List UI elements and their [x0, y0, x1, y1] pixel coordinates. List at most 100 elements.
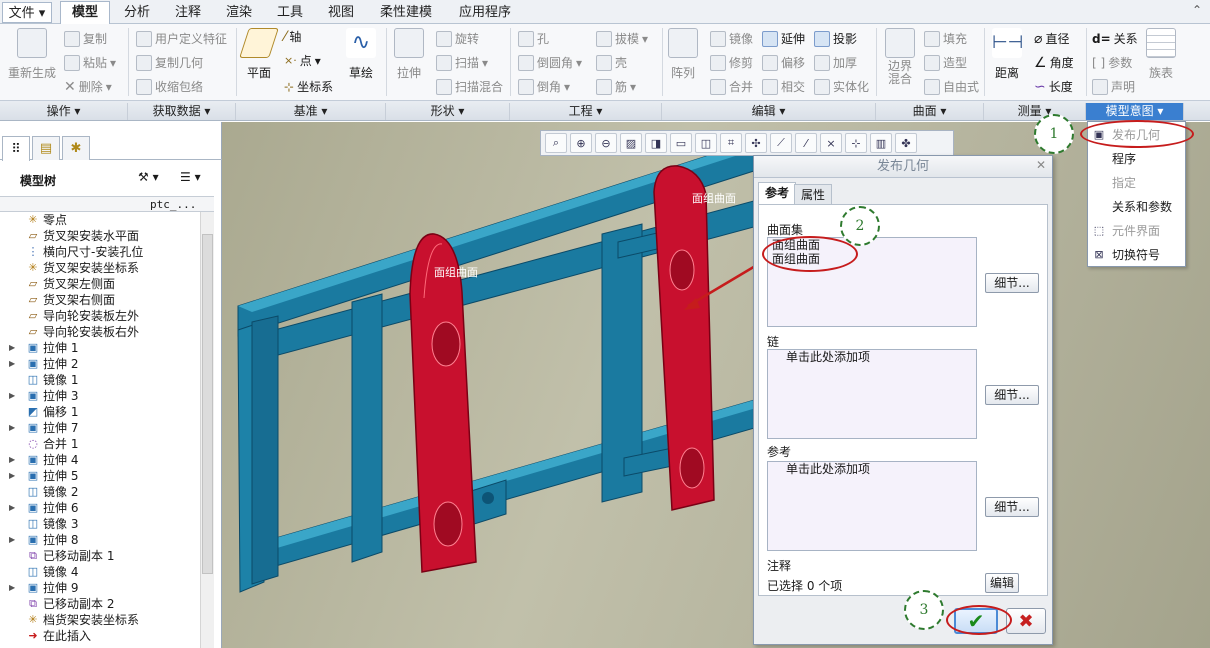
- sketch-display-button[interactable]: ▥: [870, 133, 892, 153]
- tree-item[interactable]: ◫ 镜像 3: [0, 516, 200, 532]
- surface-set-details-button[interactable]: 细节...: [985, 273, 1039, 293]
- tree-item[interactable]: ▶ ▣ 拉伸 8: [0, 532, 200, 548]
- tree-item[interactable]: ▱ 货叉架右侧面: [0, 292, 200, 308]
- freestyle-button[interactable]: 自由式: [924, 78, 979, 95]
- csys-display-button[interactable]: ⊹: [845, 133, 867, 153]
- trim-button[interactable]: 修剪: [710, 54, 753, 71]
- saved-views-button[interactable]: ▭: [670, 133, 692, 153]
- chamfer-button[interactable]: 倒角 ▾: [518, 78, 570, 95]
- thicken-button[interactable]: 加厚: [814, 54, 857, 71]
- menu-program[interactable]: 程序: [1088, 148, 1185, 170]
- tree-scrollbar-thumb[interactable]: [202, 234, 213, 574]
- tab-favorites[interactable]: ✱: [62, 136, 90, 160]
- regenerate-button[interactable]: 重新生成: [8, 28, 56, 81]
- tree-item[interactable]: ▶ ▣ 拉伸 2: [0, 356, 200, 372]
- copy-geometry-button[interactable]: 复制几何: [136, 54, 203, 71]
- fill-button[interactable]: 填充: [924, 30, 967, 47]
- parameters-button[interactable]: [ ] 参数: [1092, 54, 1132, 71]
- tree-item[interactable]: ⋮ 横向尺寸-安装孔位: [0, 244, 200, 260]
- plane-display-button[interactable]: ⟋: [770, 133, 792, 153]
- tab-folder-browser[interactable]: ▤: [32, 136, 60, 160]
- tree-settings-button[interactable]: ⚒ ▾: [138, 170, 172, 188]
- zoom-out-button[interactable]: ⊖: [595, 133, 617, 153]
- point-button[interactable]: ×· 点 ▾: [284, 52, 321, 69]
- angle-button[interactable]: ∠ 角度: [1034, 54, 1074, 71]
- references-collector[interactable]: 单击此处添加项: [767, 461, 977, 551]
- expand-arrow-icon[interactable]: ▶: [9, 420, 15, 436]
- draft-button[interactable]: 拔模 ▾: [596, 30, 648, 47]
- expand-arrow-icon[interactable]: ▶: [9, 356, 15, 372]
- spin-center-button[interactable]: ✣: [745, 133, 767, 153]
- relations-button[interactable]: d= 关系: [1092, 30, 1138, 47]
- menu-switch-symbols[interactable]: ⊠ 切换符号: [1088, 244, 1185, 266]
- tree-item[interactable]: ⧉ 已移动副本 2: [0, 596, 200, 612]
- tree-item[interactable]: ✳ 零点: [0, 212, 200, 228]
- group-model-intent[interactable]: 模型意图 ▾: [1086, 103, 1184, 120]
- menu-relations-parameters[interactable]: 关系和参数: [1088, 196, 1185, 218]
- menu-component-interface[interactable]: ⬚ 元件界面: [1088, 220, 1185, 242]
- tree-item[interactable]: ✳ 档货架安装坐标系: [0, 612, 200, 628]
- tree-show-button[interactable]: ☰ ▾: [180, 170, 216, 188]
- tree-item[interactable]: ⧉ 已移动副本 1: [0, 548, 200, 564]
- family-table-button[interactable]: 族表: [1146, 28, 1176, 81]
- intersect-button[interactable]: 相交: [762, 78, 805, 95]
- references-details-button[interactable]: 细节...: [985, 497, 1039, 517]
- expand-arrow-icon[interactable]: ▶: [9, 388, 15, 404]
- expand-arrow-icon[interactable]: ▶: [9, 500, 15, 516]
- menu-applications[interactable]: 应用程序: [447, 2, 523, 23]
- tab-properties[interactable]: 属性: [794, 184, 833, 204]
- group-shapes[interactable]: 形状 ▾: [386, 103, 510, 120]
- sketch-button[interactable]: ∿ 草绘: [346, 28, 376, 81]
- menu-analysis[interactable]: 分析: [113, 2, 161, 23]
- menu-tools[interactable]: 工具: [266, 2, 314, 23]
- tree-item[interactable]: ▶ ▣ 拉伸 9: [0, 580, 200, 596]
- tree-item[interactable]: ◫ 镜像 2: [0, 484, 200, 500]
- offset-button[interactable]: 偏移: [762, 54, 805, 71]
- tree-scrollbar[interactable]: [200, 212, 214, 648]
- tree-item[interactable]: ◩ 偏移 1: [0, 404, 200, 420]
- tree-item[interactable]: ◫ 镜像 1: [0, 372, 200, 388]
- cancel-button[interactable]: ✖: [1006, 608, 1046, 634]
- rib-button[interactable]: 筋 ▾: [596, 78, 636, 95]
- dialog-close-icon[interactable]: ✕: [1036, 158, 1046, 172]
- diameter-button[interactable]: ⌀ 直径: [1034, 30, 1069, 47]
- expand-arrow-icon[interactable]: ▶: [9, 580, 15, 596]
- sweep-button[interactable]: 扫描 ▾: [436, 54, 488, 71]
- expand-arrow-icon[interactable]: ▶: [9, 452, 15, 468]
- tree-item[interactable]: ✳ 货叉架安装坐标系: [0, 260, 200, 276]
- distance-button[interactable]: ⊢⊣ 距离: [992, 28, 1023, 81]
- minimize-ribbon-icon[interactable]: ⌃: [1192, 3, 1202, 17]
- revolve-button[interactable]: 旋转: [436, 30, 479, 47]
- plane-button[interactable]: 平面: [239, 28, 279, 81]
- tree-item[interactable]: ▶ ▣ 拉伸 7: [0, 420, 200, 436]
- appearance-button[interactable]: ✤: [895, 133, 917, 153]
- tree-item[interactable]: ▱ 货叉架安装水平面: [0, 228, 200, 244]
- menu-flexible-modeling[interactable]: 柔性建模: [368, 2, 444, 23]
- tree-item[interactable]: ▶ ▣ 拉伸 4: [0, 452, 200, 468]
- tree-item[interactable]: ▱ 导向轮安装板右外: [0, 324, 200, 340]
- group-surfaces[interactable]: 曲面 ▾: [876, 103, 984, 120]
- zoom-in-button[interactable]: ⊕: [570, 133, 592, 153]
- tree-item[interactable]: ◌ 合并 1: [0, 436, 200, 452]
- pattern-button[interactable]: 阵列: [668, 28, 698, 81]
- group-engineering[interactable]: 工程 ▾: [510, 103, 662, 120]
- repaint-button[interactable]: ▨: [620, 133, 642, 153]
- tree-item[interactable]: ▱ 货叉架左侧面: [0, 276, 200, 292]
- shell-button[interactable]: 壳: [596, 54, 627, 71]
- tree-item[interactable]: ▶ ▣ 拉伸 5: [0, 468, 200, 484]
- boundary-blend-button[interactable]: 边界混合: [882, 28, 918, 86]
- merge-button[interactable]: 合并: [710, 78, 753, 95]
- tree-item[interactable]: ▱ 导向轮安装板左外: [0, 308, 200, 324]
- group-operations[interactable]: 操作 ▾: [0, 103, 128, 120]
- point-display-button[interactable]: ×: [820, 133, 842, 153]
- group-editing[interactable]: 编辑 ▾: [662, 103, 876, 120]
- menu-view[interactable]: 视图: [317, 2, 365, 23]
- tree-item[interactable]: ◫ 镜像 4: [0, 564, 200, 580]
- tab-references[interactable]: 参考: [758, 182, 797, 204]
- axis-button[interactable]: ⁄ 轴: [284, 28, 301, 45]
- menu-designate[interactable]: 指定: [1088, 172, 1185, 194]
- solidify-button[interactable]: 实体化: [814, 78, 869, 95]
- axis-display-button[interactable]: ⁄: [795, 133, 817, 153]
- menu-render[interactable]: 渲染: [215, 2, 263, 23]
- menu-annotate[interactable]: 注释: [164, 2, 212, 23]
